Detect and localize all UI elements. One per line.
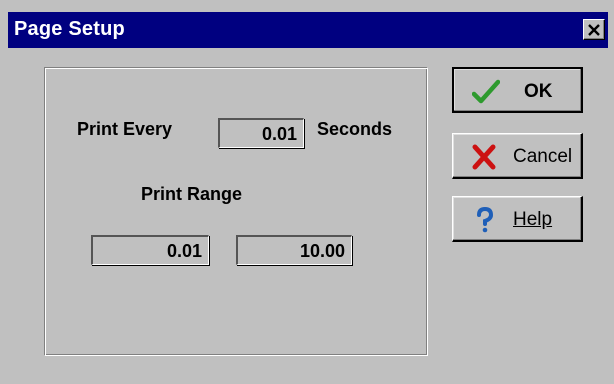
settings-group-box — [44, 67, 428, 356]
range-start-input[interactable]: 0.01 — [91, 235, 209, 265]
print-every-label: Print Every — [77, 119, 173, 139]
ok-button[interactable]: OK — [452, 67, 583, 113]
range-end-input[interactable]: 10.00 — [236, 235, 352, 265]
help-label: Help — [513, 209, 553, 230]
title-bar[interactable]: Page Setup — [8, 12, 608, 48]
x-icon — [472, 144, 496, 170]
cancel-label: Cancel — [513, 146, 573, 167]
seconds-label: Seconds — [317, 119, 393, 139]
check-icon — [472, 79, 500, 104]
print-every-input[interactable]: 0.01 — [218, 118, 304, 148]
ok-label: OK — [524, 81, 553, 102]
cancel-button[interactable]: Cancel — [452, 133, 583, 179]
window-title: Page Setup — [14, 18, 125, 40]
question-icon — [477, 207, 494, 233]
print-range-label: Print Range — [141, 184, 243, 204]
page-setup-dialog: Page Setup Print Every 0.01 Seconds Prin… — [0, 0, 614, 384]
close-icon — [588, 23, 600, 36]
help-button[interactable]: Help — [452, 196, 583, 242]
close-button[interactable] — [583, 19, 605, 40]
